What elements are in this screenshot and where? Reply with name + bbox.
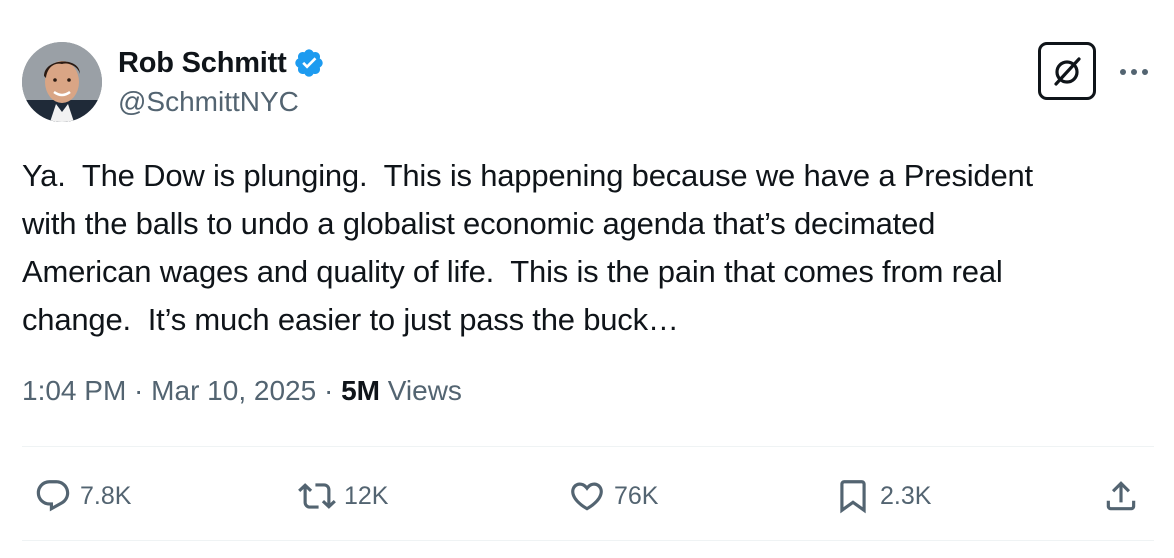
share-button[interactable] <box>1102 468 1140 524</box>
divider <box>22 446 1154 447</box>
grok-button[interactable] <box>1038 42 1096 100</box>
tweet-time[interactable]: 1:04 PM <box>22 375 126 406</box>
heart-icon <box>571 482 603 511</box>
more-icon <box>1120 69 1148 75</box>
meta-separator: · <box>316 375 342 406</box>
like-count: 76K <box>614 481 659 510</box>
like-button[interactable]: 76K <box>568 468 658 524</box>
repost-icon <box>298 483 336 509</box>
views-count: 5M <box>341 375 380 406</box>
action-bar: 7.8K 12K 76K 2.3K <box>22 468 1154 524</box>
views-label: Views <box>379 375 462 406</box>
bookmark-count: 2.3K <box>880 481 932 510</box>
grok-icon <box>1054 57 1081 86</box>
bookmark-button[interactable]: 2.3K <box>834 468 931 524</box>
bookmark-icon <box>840 480 866 514</box>
repost-button[interactable]: 12K <box>298 468 388 524</box>
divider <box>22 540 1154 541</box>
avatar[interactable] <box>22 42 102 122</box>
reply-count: 7.8K <box>80 481 132 510</box>
author-display-name[interactable]: Rob Schmitt <box>118 47 287 80</box>
meta-separator: · <box>126 375 152 406</box>
tweet-text: Ya. The Dow is plunging. This is happeni… <box>22 152 1162 344</box>
author-handle[interactable]: @SchmittNYC <box>118 86 299 118</box>
tweet-meta: 1:04 PM · Mar 10, 2025 · 5M Views <box>22 375 462 407</box>
share-icon <box>1106 481 1136 511</box>
reply-button[interactable]: 7.8K <box>34 468 131 524</box>
verified-badge-icon[interactable] <box>293 47 325 79</box>
tweet-text-line: Ya. The Dow is plunging. This is happeni… <box>22 158 1033 193</box>
tweet-date[interactable]: Mar 10, 2025 <box>151 375 316 406</box>
repost-count: 12K <box>344 481 389 510</box>
tweet-text-line: American wages and quality of life. This… <box>22 254 1003 289</box>
more-options-button[interactable] <box>1114 58 1154 86</box>
avatar-image <box>22 42 102 122</box>
reply-icon <box>36 480 70 512</box>
author-name-row: Rob Schmitt <box>118 44 325 82</box>
tweet-text-line: change. It’s much easier to just pass th… <box>22 302 679 337</box>
tweet-text-line: with the balls to undo a globalist econo… <box>22 206 936 241</box>
